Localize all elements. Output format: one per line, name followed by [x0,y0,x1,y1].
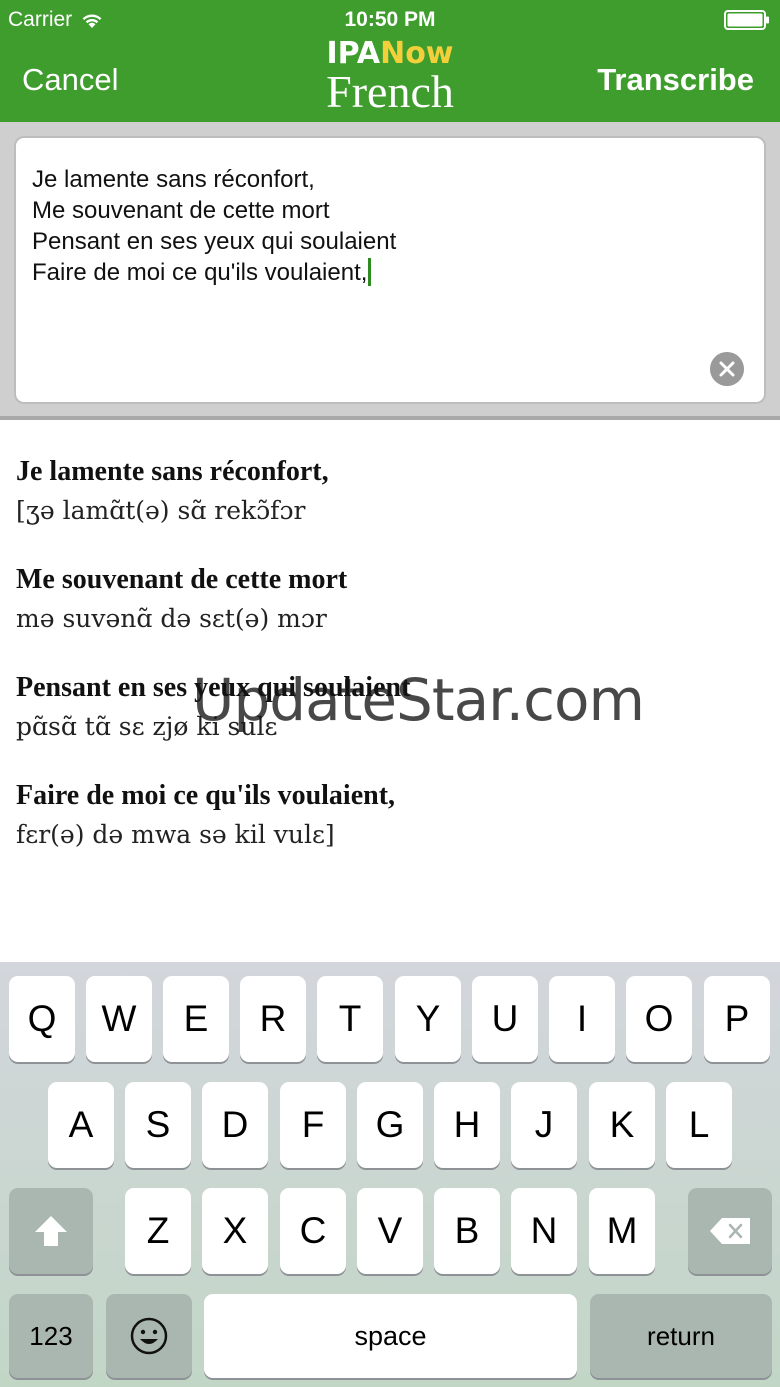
input-line-4-text: Faire de moi ce qu'ils voulaient, [32,259,368,286]
result-ipa: [ʒə lamɑ̃t(ə) sɑ̃ rekɔ̃fɔr [16,496,306,525]
input-line-2: Me souvenant de cette mort [32,197,330,224]
emoji-icon [130,1317,168,1355]
input-line-4: Faire de moi ce qu'ils voulaient, [32,257,748,288]
key-r[interactable]: R [240,976,306,1062]
result-ipa: mə suvənɑ̃ də sɛt(ə) mɔr [16,604,327,633]
result-original: Faire de moi ce qu'ils voulaient, [16,780,396,811]
app-logo: IPANow French [290,38,490,118]
result-original: Me souvenant de cette mort [16,564,348,595]
result-item: Me souvenant de cette mort mə suvənɑ̃ də… [16,560,764,638]
key-m[interactable]: M [589,1188,655,1274]
key-w[interactable]: W [86,976,152,1062]
logo-language: French [326,66,454,117]
key-l[interactable]: L [666,1082,732,1168]
key-k[interactable]: K [589,1082,655,1168]
key-d[interactable]: D [202,1082,268,1168]
emoji-key[interactable] [106,1294,192,1378]
result-ipa: pɑ̃sɑ̃ tɑ̃ sɛ zjø ki sulɛ [16,712,278,741]
delete-key[interactable] [688,1188,772,1274]
transcribe-button[interactable]: Transcribe [597,62,754,98]
result-ipa: fɛr(ə) də mwa sə kil vulɛ] [16,820,335,849]
cancel-button[interactable]: Cancel [22,62,119,98]
status-bar: Carrier 10:50 PM [0,0,780,40]
input-line-1: Je lamente sans réconfort, [32,166,315,193]
key-g[interactable]: G [357,1082,423,1168]
text-caret [368,258,372,286]
result-original: Pensant en ses yeux qui soulaient [16,672,411,703]
clear-text-icon[interactable] [710,352,744,386]
numbers-key[interactable]: 123 [9,1294,93,1378]
key-i[interactable]: I [549,976,615,1062]
key-t[interactable]: T [317,976,383,1062]
result-item: Faire de moi ce qu'ils voulaient, fɛr(ə)… [16,776,764,854]
key-y[interactable]: Y [395,976,461,1062]
result-item: Je lamente sans réconfort, [ʒə lamɑ̃t(ə)… [16,452,764,530]
battery-icon [724,10,769,30]
key-b[interactable]: B [434,1188,500,1274]
input-panel: Je lamente sans réconfort, Me souvenant … [0,122,780,420]
transcription-results: Je lamente sans réconfort, [ʒə lamɑ̃t(ə)… [16,452,764,884]
input-line-3: Pensant en ses yeux qui soulaient [32,228,397,255]
text-input[interactable]: Je lamente sans réconfort, Me souvenant … [14,136,766,404]
status-time: 10:50 PM [344,8,436,31]
key-s[interactable]: S [125,1082,191,1168]
shift-arrow-icon [35,1216,67,1246]
result-item: Pensant en ses yeux qui soulaient pɑ̃sɑ̃… [16,668,764,746]
shift-key[interactable] [9,1188,93,1274]
key-c[interactable]: C [280,1188,346,1274]
key-q[interactable]: Q [9,976,75,1062]
key-x[interactable]: X [202,1188,268,1274]
key-p[interactable]: P [704,976,770,1062]
result-original: Je lamente sans réconfort, [16,456,329,487]
key-o[interactable]: O [626,976,692,1062]
key-n[interactable]: N [511,1188,577,1274]
key-e[interactable]: E [163,976,229,1062]
key-u[interactable]: U [472,976,538,1062]
backspace-icon [710,1218,750,1244]
key-v[interactable]: V [357,1188,423,1274]
return-key[interactable]: return [590,1294,772,1378]
nav-bar: Carrier 10:50 PM Cancel IPANow French Tr… [0,0,780,122]
key-z[interactable]: Z [125,1188,191,1274]
key-j[interactable]: J [511,1082,577,1168]
space-key[interactable]: space [204,1294,577,1378]
key-a[interactable]: A [48,1082,114,1168]
keyboard: Q W E R T Y U I O P A S D F G H J K L Z … [0,962,780,1387]
key-f[interactable]: F [280,1082,346,1168]
key-h[interactable]: H [434,1082,500,1168]
